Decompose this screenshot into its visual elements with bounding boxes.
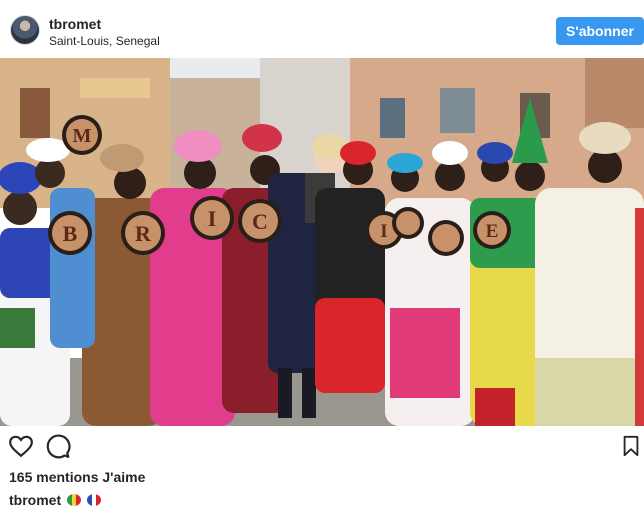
france-flag-icon <box>87 494 102 506</box>
bookmark-icon[interactable] <box>620 433 642 459</box>
post-location[interactable]: Saint-Louis, Senegal <box>49 34 160 48</box>
svg-text:C: C <box>252 209 268 234</box>
comment-icon[interactable] <box>45 433 71 459</box>
post-caption: tbromet <box>9 492 102 508</box>
heart-icon[interactable] <box>8 433 34 459</box>
svg-text:E: E <box>486 221 499 242</box>
post-actions <box>0 428 644 464</box>
post-photo[interactable]: M B R I C I E <box>0 58 644 426</box>
follow-button[interactable]: S'abonner <box>556 17 644 45</box>
svg-text:M: M <box>73 125 92 147</box>
sign-extra-2 <box>428 220 464 256</box>
svg-text:B: B <box>63 221 78 246</box>
svg-text:I: I <box>208 206 217 231</box>
svg-text:R: R <box>135 221 152 246</box>
sign-letter-4: I <box>190 196 234 240</box>
sign-letter-3: R <box>121 211 165 255</box>
sign-extra-1 <box>392 207 424 239</box>
sign-letter-7: E <box>473 211 511 249</box>
sign-letter-5: C <box>238 199 282 243</box>
photo-illustration: M B R I C I E <box>0 58 644 426</box>
likes-count[interactable]: 165 mentions J'aime <box>9 469 145 485</box>
senegal-flag-icon <box>67 494 82 506</box>
post-username[interactable]: tbromet <box>49 16 101 32</box>
post-header: tbromet Saint-Louis, Senegal S'abonner <box>0 0 644 62</box>
caption-username[interactable]: tbromet <box>9 492 61 508</box>
sign-letter-1: M <box>62 115 102 155</box>
svg-text:I: I <box>380 221 387 242</box>
sign-letter-2: B <box>48 211 92 255</box>
avatar[interactable] <box>10 15 40 45</box>
instagram-post: tbromet Saint-Louis, Senegal S'abonner M… <box>0 0 644 517</box>
